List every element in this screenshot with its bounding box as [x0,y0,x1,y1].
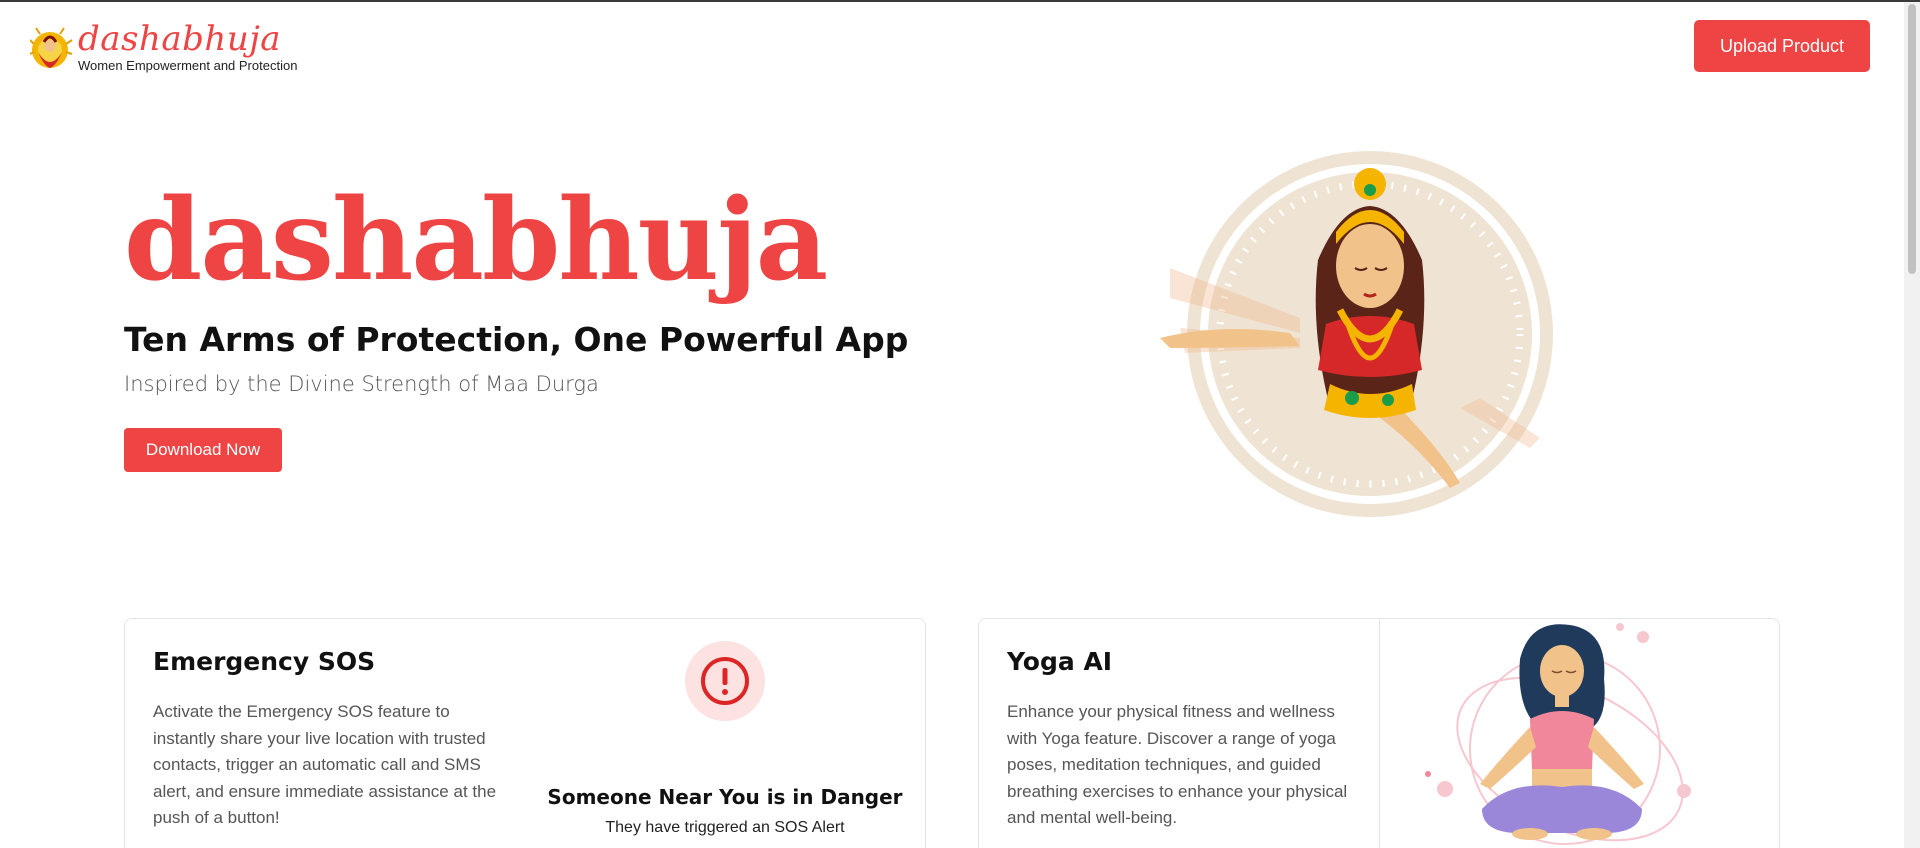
yoga-woman-illustration [1425,623,1691,845]
yoga-card-title: Yoga AI [1007,647,1113,676]
site-header: dashabhuja Women Empowerment and Protect… [0,2,1900,90]
durga-illustration [1160,151,1553,517]
brand-tagline: Women Empowerment and Protection [78,58,298,73]
sos-alert-text: They have triggered an SOS Alert [605,819,845,836]
emergency-sos-card[interactable]: Emergency SOS Activate the Emergency SOS… [124,618,926,848]
upload-product-button[interactable]: Upload Product [1694,20,1870,72]
scrollbar-thumb[interactable] [1908,4,1916,274]
brand-name: dashabhuja [78,19,282,59]
brand[interactable]: dashabhuja Women Empowerment and Protect… [30,22,297,74]
download-now-button[interactable]: Download Now [124,428,282,472]
hero-inspiration: Inspired by the Divine Strength of Maa D… [124,372,599,396]
yoga-card-description: Enhance your physical fitness and wellne… [1007,702,1348,827]
page-scrollbar[interactable] [1904,2,1920,848]
durga-logo-icon [30,27,73,68]
yoga-ai-card[interactable]: Yoga AI Enhance your physical fitness an… [978,618,1780,848]
sos-card-title: Emergency SOS [153,647,376,676]
sos-alert-title: Someone Near You is in Danger [547,785,903,809]
hero-subtitle: Ten Arms of Protection, One Powerful App [124,320,909,359]
hero-title: dashabhuja [124,175,828,306]
alert-circle-icon [685,641,765,721]
sos-card-description: Activate the Emergency SOS feature to in… [153,702,497,827]
